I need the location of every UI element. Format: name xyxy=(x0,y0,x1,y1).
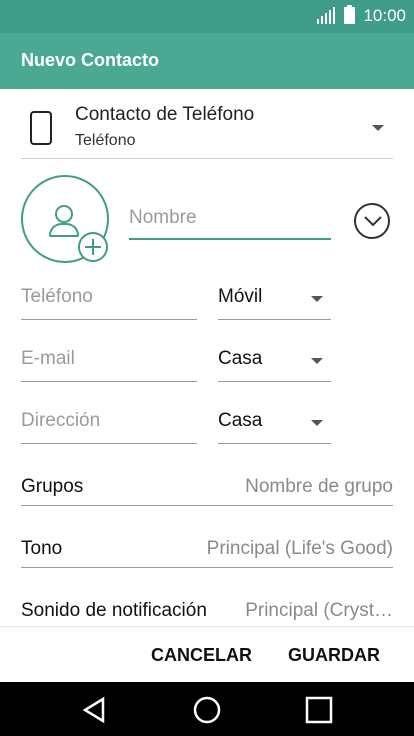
name-field[interactable] xyxy=(129,198,331,240)
phone-input[interactable] xyxy=(21,286,197,308)
chevron-down-icon xyxy=(364,216,382,227)
phone-icon xyxy=(30,111,52,145)
notification-sound-label: Sonido de notificación xyxy=(21,600,207,621)
phone-type-value: Móvil xyxy=(218,286,263,307)
ringtone-value: Principal (Life's Good) xyxy=(206,538,393,559)
chevron-down-icon xyxy=(311,358,323,364)
email-input[interactable] xyxy=(21,348,197,370)
person-icon xyxy=(55,205,73,223)
status-time: 10:00 xyxy=(363,6,406,25)
groups-value: Nombre de grupo xyxy=(245,476,393,497)
action-bar: CANCELAR GUARDAR xyxy=(0,626,414,682)
account-type: Teléfono xyxy=(75,132,136,149)
chevron-down-icon xyxy=(311,420,323,426)
notification-sound-value: Principal (Cryst… xyxy=(245,600,393,621)
name-input[interactable] xyxy=(129,207,331,229)
plus-icon xyxy=(78,232,108,262)
back-icon[interactable] xyxy=(80,695,110,725)
email-type-value: Casa xyxy=(218,348,263,369)
cancel-button[interactable]: CANCELAR xyxy=(151,645,252,666)
address-field[interactable] xyxy=(21,402,197,444)
signal-icon xyxy=(317,7,335,24)
email-type-select[interactable]: Casa xyxy=(218,340,331,382)
groups-label: Grupos xyxy=(21,476,84,497)
phone-type-select[interactable]: Móvil xyxy=(218,278,331,320)
email-field[interactable] xyxy=(21,340,197,382)
navigation-bar xyxy=(0,682,414,736)
status-bar: 10:00 xyxy=(0,0,414,33)
address-type-value: Casa xyxy=(218,410,263,431)
home-icon[interactable] xyxy=(192,695,222,725)
chevron-down-icon xyxy=(311,296,323,302)
address-type-select[interactable]: Casa xyxy=(218,402,331,444)
add-photo-button[interactable] xyxy=(21,175,109,263)
account-selector[interactable]: Contacto de Teléfono Teléfono xyxy=(21,96,393,159)
battery-icon xyxy=(344,5,355,24)
recent-apps-icon[interactable] xyxy=(304,695,334,725)
account-name: Contacto de Teléfono xyxy=(75,104,255,125)
save-button[interactable]: GUARDAR xyxy=(288,645,380,666)
ringtone-label: Tono xyxy=(21,538,63,559)
phone-field[interactable] xyxy=(21,278,197,320)
page-title: Nuevo Contacto xyxy=(21,50,160,70)
chevron-down-icon xyxy=(372,125,384,131)
expand-name-button[interactable] xyxy=(354,203,390,239)
address-input[interactable] xyxy=(21,410,197,432)
person-body-icon xyxy=(49,223,79,237)
groups-row[interactable]: Grupos Nombre de grupo xyxy=(21,464,393,506)
notification-sound-row[interactable]: Sonido de notificación Principal (Cryst… xyxy=(21,588,393,630)
app-bar: Nuevo Contacto xyxy=(0,33,414,89)
ringtone-row[interactable]: Tono Principal (Life's Good) xyxy=(21,526,393,568)
